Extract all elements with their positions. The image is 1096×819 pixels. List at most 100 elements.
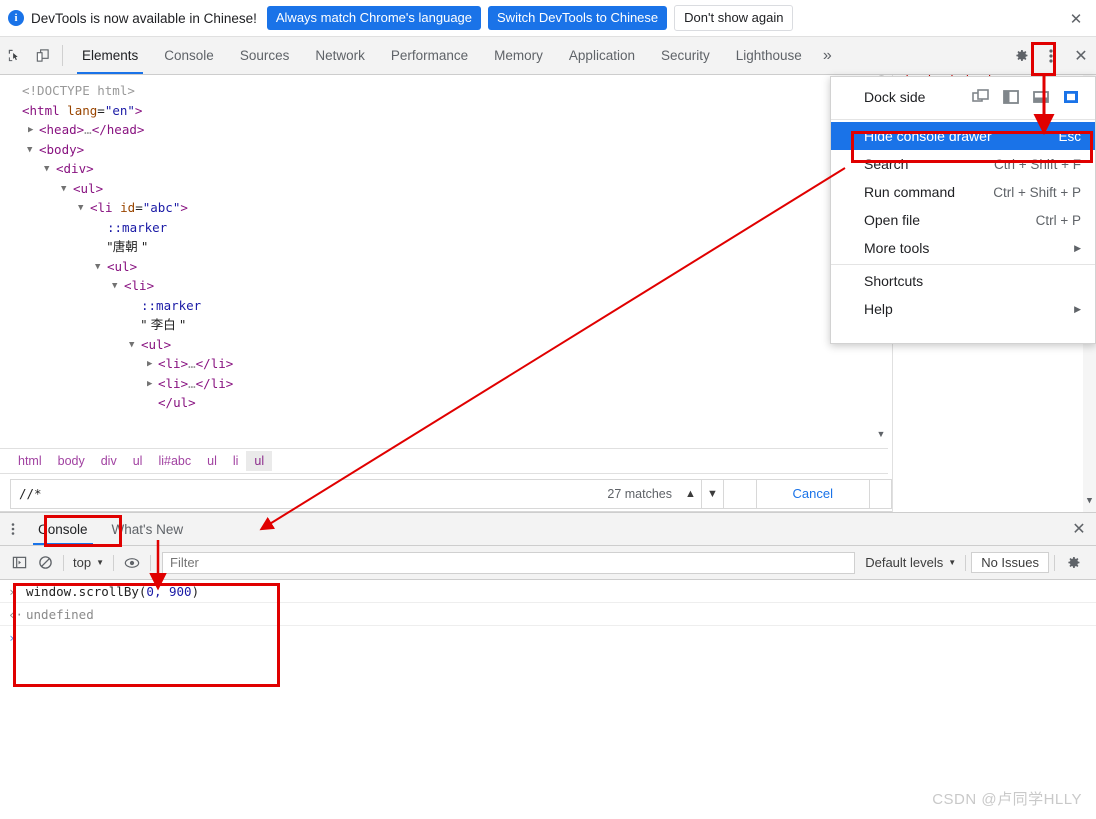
dock-side-options xyxy=(971,87,1095,107)
breadcrumb-item-ul-2[interactable]: ul xyxy=(199,451,225,471)
menu-item-hide-console-drawer[interactable]: Hide console drawer Esc xyxy=(831,122,1095,150)
dom-tree-line[interactable]: "唐朝 " xyxy=(0,237,888,257)
info-icon: i xyxy=(8,10,24,26)
gear-icon[interactable] xyxy=(1006,37,1036,75)
menu-item-search[interactable]: Search Ctrl + Shift + F xyxy=(831,150,1095,178)
tab-memory[interactable]: Memory xyxy=(481,37,556,74)
console-output[interactable]: › window.scrollBy(0, 900) ‹· undefined › xyxy=(0,580,1096,819)
menu-item-help[interactable]: Help ▶ xyxy=(831,295,1095,323)
breadcrumb-item-div[interactable]: div xyxy=(93,451,125,471)
dom-tree-line[interactable]: ▼<ul> xyxy=(0,335,888,355)
expand-twisty-icon[interactable]: ▼ xyxy=(44,160,49,180)
inspect-element-icon[interactable] xyxy=(0,37,28,74)
chevron-right-icon: ▶ xyxy=(1074,304,1081,315)
expand-twisty-icon[interactable]: ▼ xyxy=(61,180,66,200)
breadcrumb-item-ul[interactable]: ul xyxy=(125,451,151,471)
dom-tree-panel[interactable]: <!DOCTYPE html><html lang="en">▶<head>…<… xyxy=(0,75,888,442)
dom-tree-line[interactable]: ▼<li> xyxy=(0,276,888,296)
dock-to-right-icon[interactable] xyxy=(1061,87,1081,107)
tab-elements[interactable]: Elements xyxy=(69,37,151,74)
dom-tree-line[interactable]: <!DOCTYPE html> xyxy=(0,81,888,101)
always-match-chrome-language-button[interactable]: Always match Chrome's language xyxy=(267,6,481,31)
more-tabs-icon[interactable]: » xyxy=(815,37,840,74)
console-toolbar: top ▼ Default levels ▼ No Issues xyxy=(0,546,1096,580)
drawer-tab-console[interactable]: Console xyxy=(26,513,100,545)
close-drawer-icon[interactable]: ✕ xyxy=(1062,513,1096,545)
device-toolbar-icon[interactable] xyxy=(28,37,56,74)
menu-item-label: More tools xyxy=(864,240,929,256)
dom-tree-line[interactable]: ▶<li>…</li> xyxy=(0,374,888,394)
devtools-window: i DevTools is now available in Chinese! … xyxy=(0,0,1096,819)
close-icon[interactable]: ✕ xyxy=(1068,11,1084,27)
expand-twisty-icon[interactable]: ▼ xyxy=(27,141,32,161)
dom-tree-line[interactable]: ▼<div> xyxy=(0,159,888,179)
collapse-twisty-icon[interactable]: ▶ xyxy=(147,355,152,375)
expand-twisty-icon[interactable]: ▼ xyxy=(112,277,117,297)
expand-twisty-icon[interactable]: ▼ xyxy=(78,199,83,219)
log-levels-label: Default levels xyxy=(865,555,943,570)
live-expression-icon[interactable] xyxy=(119,551,145,575)
dom-tree-line[interactable]: ▼<ul> xyxy=(0,179,888,199)
expand-twisty-icon[interactable]: ▼ xyxy=(129,336,134,356)
dom-tree-line[interactable]: ▶<li>…</li> xyxy=(0,354,888,374)
log-levels-selector[interactable]: Default levels ▼ xyxy=(861,555,960,570)
tab-label: Console xyxy=(164,48,214,63)
tab-lighthouse[interactable]: Lighthouse xyxy=(723,37,815,74)
clear-console-icon[interactable] xyxy=(32,551,58,575)
cancel-button[interactable]: Cancel xyxy=(756,479,870,509)
dom-tree-line[interactable]: <html lang="en"> xyxy=(0,101,888,121)
tab-network[interactable]: Network xyxy=(302,37,378,74)
console-result-entry: ‹· undefined xyxy=(0,603,1096,626)
console-sidebar-icon[interactable] xyxy=(6,551,32,575)
dock-side-label: Dock side xyxy=(864,89,971,105)
tab-sources[interactable]: Sources xyxy=(227,37,303,74)
menu-item-run-command[interactable]: Run command Ctrl + Shift + P xyxy=(831,178,1095,206)
tab-label: Memory xyxy=(494,48,543,63)
chevron-down-icon[interactable]: ▼ xyxy=(702,479,724,509)
drawer-tab-whats-new[interactable]: What's New xyxy=(100,513,196,545)
issues-button[interactable]: No Issues xyxy=(971,552,1049,573)
dom-tree-line[interactable]: ::marker xyxy=(0,218,888,238)
dom-tree-line[interactable]: </ul> xyxy=(0,393,888,413)
breadcrumb-item-li-abc[interactable]: li#abc xyxy=(150,451,199,471)
expand-twisty-icon[interactable]: ▼ xyxy=(95,258,100,278)
menu-item-more-tools[interactable]: More tools ▶ xyxy=(831,234,1095,262)
breadcrumb-item-li[interactable]: li xyxy=(225,451,247,471)
dock-to-left-icon[interactable] xyxy=(1001,87,1021,107)
menu-item-label: Open file xyxy=(864,212,920,228)
breadcrumb-item-html[interactable]: html xyxy=(10,451,50,471)
drawer-kebab-icon[interactable] xyxy=(0,513,26,545)
filter-input[interactable] xyxy=(162,552,855,574)
switch-devtools-to-chinese-button[interactable]: Switch DevTools to Chinese xyxy=(488,6,667,31)
dom-tree-line[interactable]: " 李白 " xyxy=(0,315,888,335)
scroll-down-icon[interactable]: ▼ xyxy=(874,426,888,442)
tab-security[interactable]: Security xyxy=(648,37,723,74)
dom-tree-line[interactable]: ▼<ul> xyxy=(0,257,888,277)
tab-application[interactable]: Application xyxy=(556,37,648,74)
undock-into-separate-window-icon[interactable] xyxy=(971,87,991,107)
chevron-up-icon[interactable]: ▲ xyxy=(680,479,702,509)
tab-performance[interactable]: Performance xyxy=(378,37,481,74)
execution-context-label: top xyxy=(73,555,91,570)
dont-show-again-button[interactable]: Don't show again xyxy=(674,5,793,32)
scroll-down-icon[interactable]: ▼ xyxy=(1083,494,1096,508)
execution-context-selector[interactable]: top ▼ xyxy=(69,555,108,570)
menu-item-shortcuts[interactable]: Shortcuts xyxy=(831,267,1095,295)
console-prompt-line[interactable]: › xyxy=(0,626,1096,649)
dom-tree-line[interactable]: ::marker xyxy=(0,296,888,316)
dom-tree-line[interactable]: ▶<head>…</head> xyxy=(0,120,888,140)
dock-to-bottom-icon[interactable] xyxy=(1031,87,1051,107)
menu-item-open-file[interactable]: Open file Ctrl + P xyxy=(831,206,1095,234)
chevron-right-icon: ▶ xyxy=(1074,243,1081,254)
close-devtools-icon[interactable]: ✕ xyxy=(1066,37,1096,75)
breadcrumb-item-ul-selected[interactable]: ul xyxy=(246,451,272,471)
breadcrumb-item-body[interactable]: body xyxy=(50,451,93,471)
toolbar-divider xyxy=(113,555,114,571)
dom-tree-line[interactable]: ▼<li id="abc"> xyxy=(0,198,888,218)
collapse-twisty-icon[interactable]: ▶ xyxy=(147,375,152,395)
dom-tree-line[interactable]: ▼<body> xyxy=(0,140,888,160)
kebab-menu-icon[interactable] xyxy=(1036,37,1066,75)
gear-icon[interactable] xyxy=(1060,551,1086,575)
collapse-twisty-icon[interactable]: ▶ xyxy=(28,121,33,141)
tab-console[interactable]: Console xyxy=(151,37,227,74)
